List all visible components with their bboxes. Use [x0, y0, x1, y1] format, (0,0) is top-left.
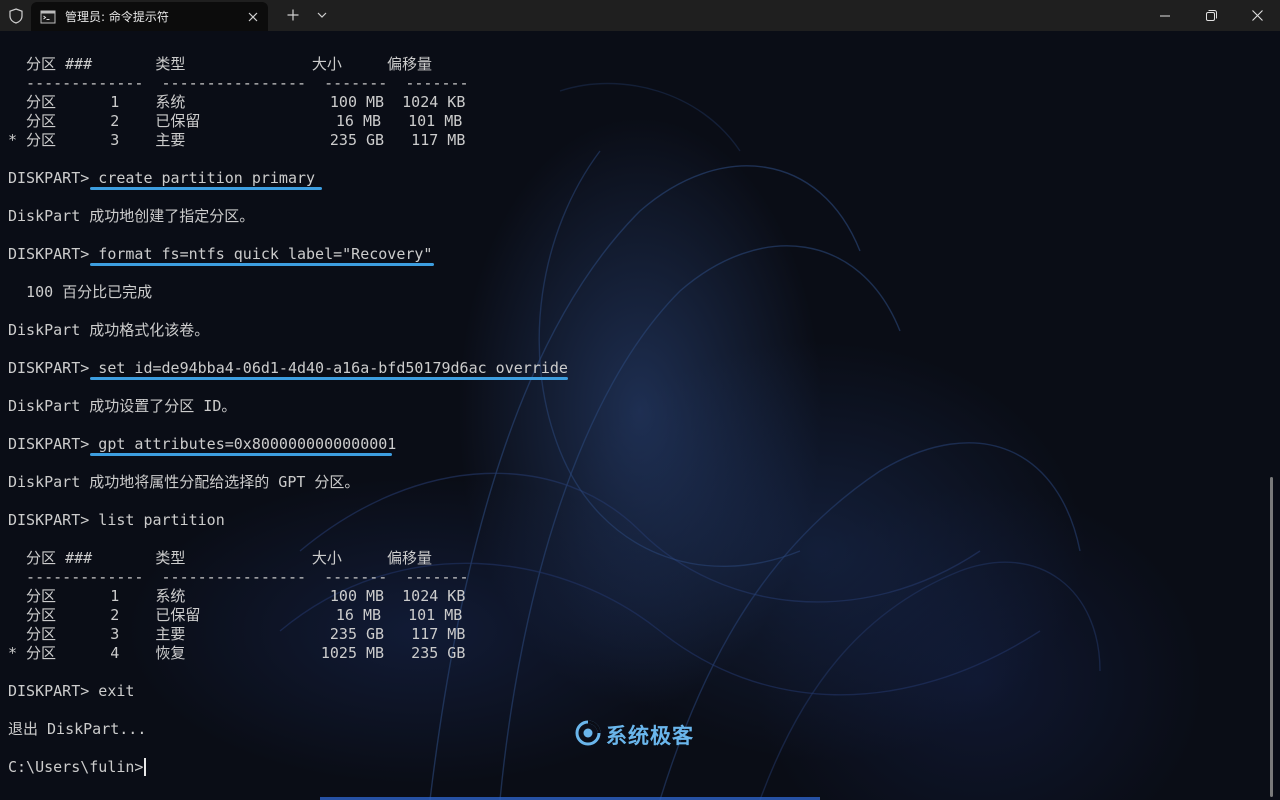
command-highlight-underline — [90, 187, 322, 190]
command-highlight-underline — [90, 377, 568, 380]
output-line: ------------- ---------------- ------- -… — [8, 74, 469, 92]
command-highlight-underline — [90, 453, 392, 456]
output-line: DiskPart 成功地将属性分配给选择的 GPT 分区。 — [8, 473, 360, 491]
output-line: 分区 2 已保留 16 MB 101 MB — [8, 606, 463, 624]
cmd-icon — [40, 9, 56, 25]
plus-icon[interactable] — [280, 2, 306, 28]
watermark-text: 系统极客 — [606, 724, 694, 748]
close-icon[interactable] — [238, 5, 268, 29]
output-line: ------------- ---------------- ------- -… — [8, 568, 469, 586]
output-line: 100 百分比已完成 — [8, 283, 153, 301]
command-line: DISKPART> exit — [8, 682, 135, 700]
watermark: 系统极客 — [574, 719, 694, 751]
output-line: DiskPart 成功设置了分区 ID。 — [8, 397, 237, 415]
output-line: 分区 3 主要 235 GB 117 MB — [8, 625, 466, 643]
output-line: * 分区 4 恢复 1025 MB 235 GB — [8, 644, 466, 662]
command-line: DISKPART> gpt attributes=0x8000000000000… — [8, 435, 397, 453]
command-highlight-underline — [90, 263, 434, 266]
output-line: DiskPart 成功格式化该卷。 — [8, 321, 210, 339]
chevron-down-icon[interactable] — [309, 2, 335, 28]
restore-icon[interactable] — [1188, 0, 1234, 31]
output-line: * 分区 3 主要 235 GB 117 MB — [8, 131, 466, 149]
text-cursor — [144, 758, 146, 776]
shield-icon[interactable] — [0, 0, 31, 31]
output-line: 分区 2 已保留 16 MB 101 MB — [8, 112, 463, 130]
tab-command-prompt[interactable]: 管理员: 命令提示符 — [31, 2, 268, 31]
command-line: DISKPART> create partition primary — [8, 169, 316, 187]
command-line: DISKPART> format fs=ntfs quick label="Re… — [8, 245, 433, 263]
window-close-icon[interactable] — [1234, 0, 1280, 31]
minimize-icon[interactable] — [1142, 0, 1188, 31]
command-line: DISKPART> set id=de94bba4-06d1-4d40-a16a… — [8, 359, 568, 377]
output-line: 分区 ### 类型 大小 偏移量 — [8, 549, 432, 567]
output-line: 分区 1 系统 100 MB 1024 KB — [8, 587, 466, 605]
output-line: 分区 ### 类型 大小 偏移量 — [8, 55, 432, 73]
output-line: DiskPart 成功地创建了指定分区。 — [8, 207, 255, 225]
scrollbar[interactable] — [1270, 477, 1273, 797]
terminal-output[interactable]: 分区 ### 类型 大小 偏移量 ------------- ---------… — [0, 31, 1280, 800]
title-bar: 管理员: 命令提示符 — [0, 0, 1280, 31]
output-line: 退出 DiskPart... — [8, 720, 147, 738]
output-line: C:\Users\fulin> — [8, 758, 144, 776]
tab-title: 管理员: 命令提示符 — [65, 10, 169, 24]
watermark-logo-icon — [574, 719, 602, 751]
output-line: 分区 1 系统 100 MB 1024 KB — [8, 93, 466, 111]
command-line: DISKPART> list partition — [8, 511, 225, 529]
